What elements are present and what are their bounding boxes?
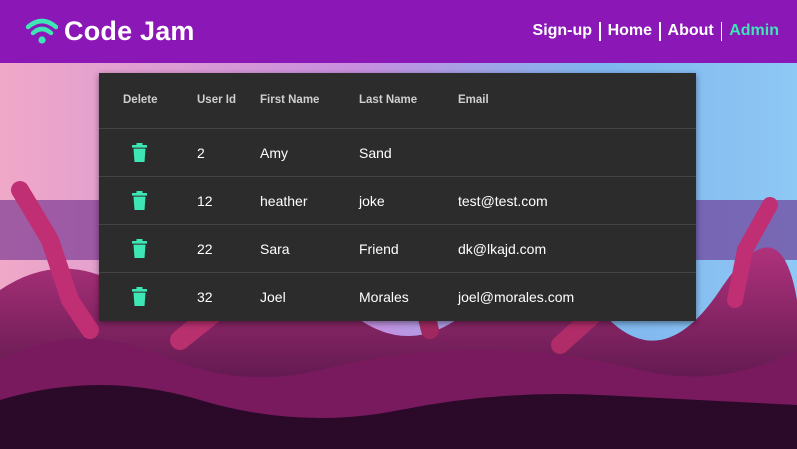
brand[interactable]: Code Jam bbox=[26, 15, 195, 47]
cell-email: joel@morales.com bbox=[458, 289, 575, 305]
cell-email: test@test.com bbox=[458, 193, 548, 209]
cell-user-id: 2 bbox=[197, 145, 205, 161]
users-table: Delete User Id First Name Last Name Emai… bbox=[99, 73, 696, 321]
nav-links: Sign-up Home About Admin bbox=[533, 21, 779, 41]
nav-admin-link[interactable]: Admin bbox=[729, 21, 779, 41]
column-header-user-id: User Id bbox=[197, 94, 236, 106]
nav-divider bbox=[599, 21, 601, 41]
column-header-email: Email bbox=[458, 94, 489, 106]
cell-user-id: 32 bbox=[197, 289, 213, 305]
column-header-delete: Delete bbox=[123, 94, 158, 106]
trash-icon[interactable] bbox=[132, 239, 147, 258]
nav-divider bbox=[659, 21, 661, 41]
trash-icon[interactable] bbox=[132, 143, 147, 162]
cell-last-name: joke bbox=[359, 193, 385, 209]
cell-last-name: Friend bbox=[359, 241, 399, 257]
cell-user-id: 22 bbox=[197, 241, 213, 257]
cell-first-name: Amy bbox=[260, 145, 288, 161]
cell-user-id: 12 bbox=[197, 193, 213, 209]
cell-first-name: Joel bbox=[260, 289, 286, 305]
trash-icon[interactable] bbox=[132, 287, 147, 306]
table-row: 12 heather joke test@test.com bbox=[99, 177, 696, 225]
brand-name: Code Jam bbox=[64, 16, 195, 46]
table-row: 2 Amy Sand bbox=[99, 129, 696, 177]
trash-icon[interactable] bbox=[132, 191, 147, 210]
column-header-first-name: First Name bbox=[260, 94, 320, 106]
cell-email: dk@lkajd.com bbox=[458, 241, 547, 257]
admin-page: Code Jam Sign-up Home About Admin Delete… bbox=[0, 0, 797, 449]
table-row: 32 Joel Morales joel@morales.com bbox=[99, 273, 696, 320]
table-row: 22 Sara Friend dk@lkajd.com bbox=[99, 225, 696, 273]
nav-signup-link[interactable]: Sign-up bbox=[533, 21, 593, 41]
wifi-icon bbox=[26, 18, 58, 44]
column-header-last-name: Last Name bbox=[359, 94, 418, 106]
cell-last-name: Sand bbox=[359, 145, 392, 161]
nav-divider bbox=[720, 21, 723, 41]
cell-first-name: heather bbox=[260, 193, 308, 209]
nav-home-link[interactable]: Home bbox=[608, 21, 652, 41]
table-header: Delete User Id First Name Last Name Emai… bbox=[99, 73, 696, 129]
top-navbar: Code Jam Sign-up Home About Admin bbox=[0, 0, 797, 63]
nav-about-link[interactable]: About bbox=[668, 21, 714, 41]
cell-last-name: Morales bbox=[359, 289, 409, 305]
cell-first-name: Sara bbox=[260, 241, 290, 257]
